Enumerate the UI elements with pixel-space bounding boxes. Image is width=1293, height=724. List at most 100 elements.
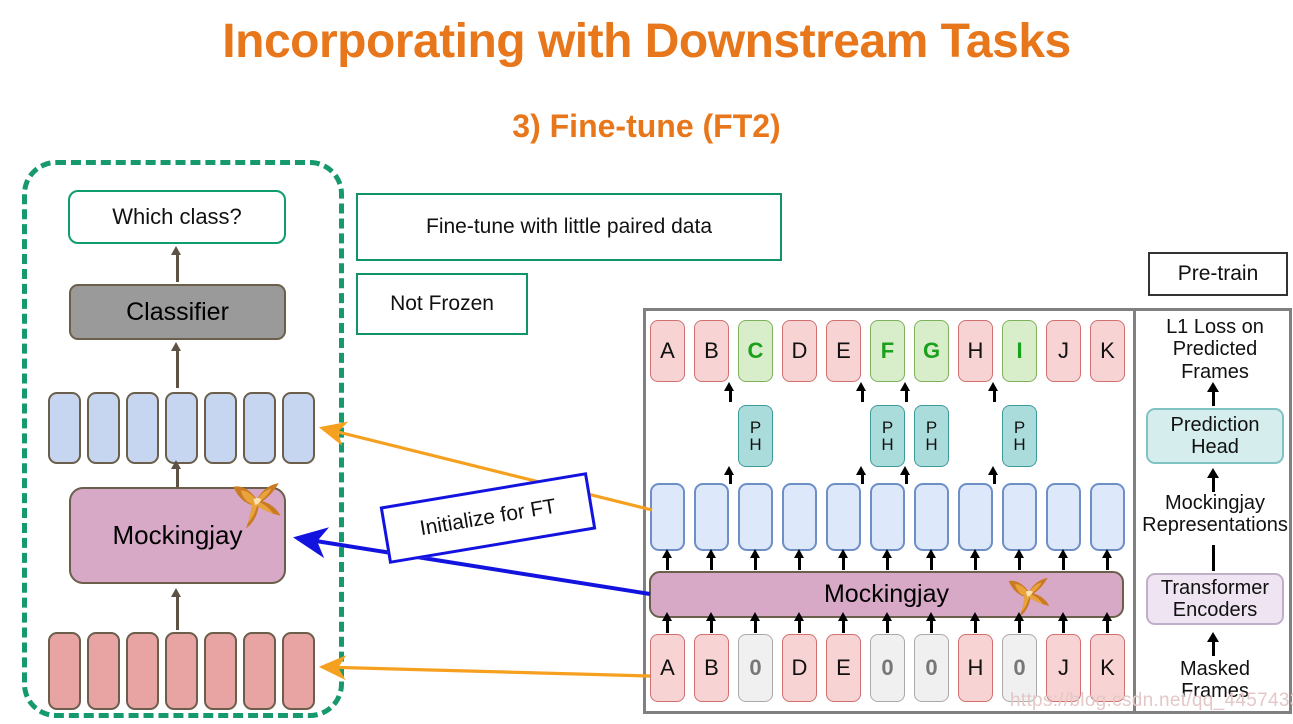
repr-to-classifier-arrowhead <box>171 342 181 351</box>
bar-to-repr-line-1 <box>666 556 669 570</box>
legend-transformer-encoders: Transformer Encoders <box>1146 573 1284 625</box>
ft-representation-cell-4 <box>165 392 198 464</box>
prediction-head-3: PH <box>738 405 773 467</box>
predicted-frame-9: I <box>1002 320 1037 382</box>
masked-frame-3: 0 <box>738 634 773 702</box>
arrow-input-link <box>318 655 651 681</box>
frames-to-bar-arrowhead-6 <box>882 612 892 621</box>
slide-canvas: Incorporating with Downstream Tasks 3) F… <box>0 0 1293 724</box>
predicted-frame-2: B <box>694 320 729 382</box>
bar-to-repr-line-3 <box>754 556 757 570</box>
ft-representation-cell-3 <box>126 392 159 464</box>
bar-to-repr-line-9 <box>1018 556 1021 570</box>
masked-frame-7: 0 <box>914 634 949 702</box>
ft-input-cell-1 <box>48 632 81 710</box>
ft-input-cell-5 <box>204 632 237 710</box>
legend-line-reps-to-head <box>1212 476 1215 492</box>
prediction-head-6: PH <box>870 405 905 467</box>
pretrain-representation-cell-1 <box>650 483 685 551</box>
page-title: Incorporating with Downstream Tasks <box>222 15 1071 68</box>
pretrain-representation-cell-3 <box>738 483 773 551</box>
watermark: https://blog.csdn.net/qq_44574333 <box>1010 690 1293 711</box>
predicted-frame-5: E <box>826 320 861 382</box>
ft-input-cell-3 <box>126 632 159 710</box>
bar-to-repr-line-5 <box>842 556 845 570</box>
note-initialize-for-ft: Initialize for FT <box>379 472 597 564</box>
predicted-frame-7: G <box>914 320 949 382</box>
ph-to-frame-arrowhead-7 <box>900 382 910 391</box>
ft-representation-row <box>48 392 321 464</box>
legend-prediction-head: Prediction Head <box>1146 408 1284 464</box>
masked-frame-1: A <box>650 634 685 702</box>
predicted-frames-row: ABCDEFGHIJK <box>650 320 1134 382</box>
page-subtitle: 3) Fine-tune (FT2) <box>512 108 781 144</box>
which-class-box: Which class? <box>68 190 286 244</box>
frames-to-bar-line-5 <box>842 619 845 633</box>
bar-to-repr-line-8 <box>974 556 977 570</box>
frames-to-bar-line-7 <box>930 619 933 633</box>
prediction-head-2 <box>694 405 729 467</box>
frames-to-bar-line-8 <box>974 619 977 633</box>
legend-arrowhead-reps-to-head <box>1207 468 1219 478</box>
pretrain-representation-cell-8 <box>958 483 993 551</box>
predicted-frame-8: H <box>958 320 993 382</box>
ft-representation-cell-7 <box>282 392 315 464</box>
classifier-to-output-arrowhead <box>171 246 181 255</box>
ft-representation-cell-6 <box>243 392 276 464</box>
frames-to-bar-line-3 <box>754 619 757 633</box>
prediction-heads-row: PHPHPHPH <box>650 405 1134 467</box>
bar-to-repr-line-11 <box>1106 556 1109 570</box>
legend-l1-loss-line-3: Frames <box>1181 360 1249 383</box>
frames-to-bar-line-4 <box>798 619 801 633</box>
note-pre-train: Pre-train <box>1148 252 1288 296</box>
repr-to-ph-arrowhead-6 <box>856 466 866 475</box>
prediction-head-1 <box>650 405 685 467</box>
bar-to-repr-arrowhead-1 <box>662 549 672 558</box>
legend-masked-frames-line-1: Masked <box>1179 658 1251 680</box>
repr-to-ph-arrowhead-3 <box>724 466 734 475</box>
pretrain-representation-cell-11 <box>1090 483 1125 551</box>
masked-frame-4: D <box>782 634 817 702</box>
masked-frame-6: 0 <box>870 634 905 702</box>
legend-line-head-to-loss <box>1212 390 1215 406</box>
frames-to-bar-arrowhead-9 <box>1014 612 1024 621</box>
frames-to-bar-arrowhead-5 <box>838 612 848 621</box>
pretrain-representation-cell-7 <box>914 483 949 551</box>
bar-to-repr-arrowhead-10 <box>1058 549 1068 558</box>
pretrain-representation-cell-9 <box>1002 483 1037 551</box>
frames-to-bar-line-9 <box>1018 619 1021 633</box>
ph-to-frame-arrowhead-9 <box>988 382 998 391</box>
bar-to-repr-line-2 <box>710 556 713 570</box>
ph-to-frame-arrowhead-6 <box>856 382 866 391</box>
bar-to-repr-arrowhead-2 <box>706 549 716 558</box>
repr-to-classifier-line <box>176 348 179 388</box>
classifier-to-output-line <box>176 252 179 282</box>
pretrain-representation-cell-10 <box>1046 483 1081 551</box>
predicted-frame-6: F <box>870 320 905 382</box>
masked-frame-5: E <box>826 634 861 702</box>
repr-to-ph-arrowhead-9 <box>988 466 998 475</box>
ph-to-frame-arrowhead-3 <box>724 382 734 391</box>
bar-to-repr-line-7 <box>930 556 933 570</box>
bar-to-repr-line-4 <box>798 556 801 570</box>
pretrain-representation-cell-4 <box>782 483 817 551</box>
frames-to-bar-arrowhead-10 <box>1058 612 1068 621</box>
legend-arrowhead-masked-to-enc <box>1207 632 1219 642</box>
bar-to-repr-arrowhead-7 <box>926 549 936 558</box>
ft-input-row <box>48 632 321 710</box>
bar-to-repr-arrowhead-9 <box>1014 549 1024 558</box>
pretrain-representation-cell-2 <box>694 483 729 551</box>
legend-l1-loss: L1 Loss on Predicted Frames <box>1140 316 1290 383</box>
prediction-head-7: PH <box>914 405 949 467</box>
frames-to-bar-line-10 <box>1062 619 1065 633</box>
bar-to-repr-arrowhead-5 <box>838 549 848 558</box>
legend-transformer-encoders-line-1: Transformer <box>1160 576 1270 599</box>
encoder-to-repr-line <box>176 466 179 488</box>
input-to-encoder-line <box>176 594 179 630</box>
legend-arrowhead-head-to-loss <box>1207 382 1219 392</box>
bar-to-repr-line-10 <box>1062 556 1065 570</box>
classifier-box: Classifier <box>69 284 286 340</box>
ft-representation-cell-5 <box>204 392 237 464</box>
predicted-frame-3: C <box>738 320 773 382</box>
ft-mockingjay-box: Mockingjay <box>69 487 286 584</box>
